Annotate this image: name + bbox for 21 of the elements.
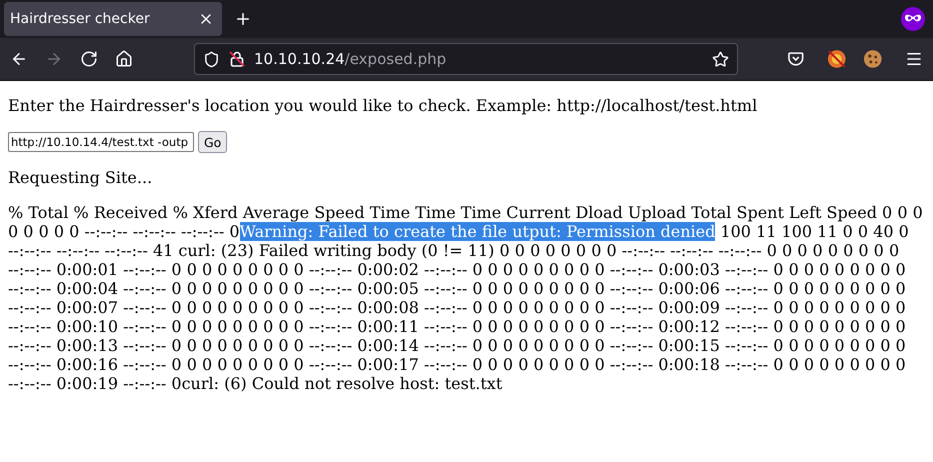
menu-icon [904,50,923,68]
url-input-field[interactable]: http://10.10.14.4/test.txt -outp [8,132,194,152]
pocket-icon[interactable] [787,50,805,68]
extension-icon[interactable] [826,48,848,70]
plus-icon [234,10,252,28]
crossed-lock-icon[interactable] [228,50,246,68]
address-bar[interactable]: 10.10.10.24/exposed.php [194,43,738,75]
cookie-icon[interactable] [862,48,884,70]
star-icon[interactable] [712,50,730,68]
home-icon [115,50,133,68]
reload-icon [80,50,98,68]
mask-icon [901,7,925,31]
shield-icon[interactable] [203,50,220,68]
status-text: Requesting Site... [8,169,154,187]
back-icon [10,50,28,68]
intro-text: Enter the Hairdresser's location you would like to check. Example: http://localhost/test.html [8,97,758,115]
forward-icon [45,50,63,68]
curl-output: % Total % Received % Xferd Average Speed Time Time Time Current Dload Upload Total Spent Left Speed 0 0 0 0 0 0 0 0 --:--:-- --:--:-- --:--:-- 0Warning: Failed to create the file utput: Permission denied 100 11 100 11 0 0 40 0 --:--:-- --:--:-- --:--:-- 41 curl: (23) Failed writing body (0 != 11) 0 0 0 0 0 0 0 0 --:--:-- --:--:-- --:--:-- 0 0 0 0 0 0 0 0 0 --:--:-- 0:00:01 --:--:-- 0 0 0 0 0 0 0 0 0 --:--:-- 0:00:02 --:--:-- 0 0 0 0 0 0 0 0 0 --:--:-- 0:00:03 --:--:-- 0 0 0 0 0 0 0 0 0 --:--:-- 0:00:04 --:--:-- 0 0 0 0 0 0 0 0 0 --:--:-- 0:00:05 --:--:-- 0 0 0 0 0 0 0 0 0 --:--:-- 0:00:06 --:--:-- 0 0 0 0 0 0 0 0 0 --:--:-- 0:00:07 --:--:-- 0 0 0 0 0 0 0 0 0 --:--:-- 0:00:08 --:--:-- 0 0 0 0 0 0 0 0 0 --:--:-- 0:00:09 --:--:-- 0 0 0 0 0 0 0 0 0 --:--:-- 0:00:10 --:--:-- 0 0 0 0 0 0 0 0 0 --:--:-- 0:00:11 --:--:-- 0 0 0 0 0 0 0 0 0 --:--:-- 0:00:12 --:--:-- 0 0 0 0 0 0 0 0 0 --:--:-- 0:00:13 --:--:-- 0 0 0 0 0 0 0 0 0 --:--:-- 0:00:14 --:--:-- 0 0 0 0 0 0 0 0 0 --:--:-- 0:00:15 --:--:-- 0 0 0 0 0 0 0 0 0 --:--:-- 0:00:16 --:--:-- 0 0 0 0 0 0 0 0 0 --:--:-- 0:00:17 --:--:-- 0 0 0 0 0 0 0 0 0 --:--:-- 0:00:18 --:--:-- 0 0 0 0 0 0 0 0 0 --:--:-- 0:00:19 --:--:-- 0curl: (6) Could not resolve host: test.txt [8,203,924,393]
browser-tab[interactable]: Hairdresser checker [4,2,222,36]
url-text: 10.10.10.24/exposed.php [254,50,448,68]
go-button[interactable]: Go [198,131,228,153]
